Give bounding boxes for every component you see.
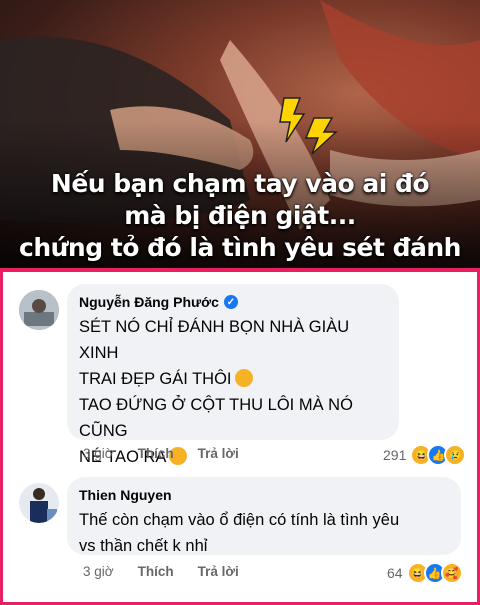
caption-line-1: Nếu bạn chạm tay vào ai đó	[50, 169, 430, 198]
avatar[interactable]	[19, 290, 59, 330]
comment-line: TAO ĐỨNG Ở CỘT THU LÔI MÀ NÓ CŨNG	[79, 396, 353, 440]
reaction-icons: 😆 👍 😢	[410, 444, 467, 466]
reply-button[interactable]: Trả lời	[198, 564, 239, 579]
comment-author[interactable]: Nguyễn Đăng Phước ✓	[79, 292, 387, 312]
caption-line-3: chứng tỏ đó là tình yêu sét đánh	[19, 233, 461, 262]
comment-line: vs thần chết k nhỉ	[79, 537, 208, 555]
comment-line: Thế còn chạm vào ổ điện có tính là tình …	[79, 511, 400, 529]
lightning-icon	[279, 97, 338, 155]
post-image: Nếu bạn chạm tay vào ai đó mà bị điện gi…	[0, 0, 480, 268]
like-button[interactable]: Thích	[138, 564, 174, 579]
like-button[interactable]: Thích	[138, 446, 174, 461]
comment-bubble: Nguyễn Đăng Phước ✓ SÉT NÓ CHỈ ĐÁNH BỌN …	[67, 284, 399, 466]
reaction-icons: 😆 👍 🥰	[406, 562, 463, 584]
comment-line: TRAI ĐẸP GÁI THÔI	[79, 370, 232, 388]
caption-line-2: mà bị điện giật...	[124, 201, 356, 230]
avatar[interactable]	[19, 483, 59, 523]
care-reaction-icon: 🥰	[440, 562, 463, 584]
comment-meta: 3 giờ Thích Trả lời	[83, 446, 239, 461]
author-name[interactable]: Thien Nguyen	[79, 487, 172, 503]
sad-reaction-icon: 😢	[444, 444, 467, 466]
crying-emoji-icon	[234, 369, 253, 387]
reaction-summary[interactable]: 291 😆 👍 😢	[383, 444, 467, 466]
comment-text: Thế còn chạm vào ổ điện có tính là tình …	[79, 507, 449, 559]
comment-author[interactable]: Thien Nguyen	[79, 485, 449, 505]
reaction-count: 64	[387, 565, 403, 581]
avatar-image	[19, 290, 59, 330]
comments-frame: Nguyễn Đăng Phước ✓ SÉT NÓ CHỈ ĐÁNH BỌN …	[0, 268, 480, 605]
reaction-summary[interactable]: 64 😆 👍 🥰	[387, 562, 463, 584]
comment-line: SÉT NÓ CHỈ ĐÁNH BỌN NHÀ GIÀU XINH	[79, 318, 350, 362]
comment-meta: 3 giờ Thích Trả lời	[83, 564, 239, 579]
author-name[interactable]: Nguyễn Đăng Phước	[79, 294, 219, 310]
comment-time[interactable]: 3 giờ	[83, 446, 114, 461]
avatar-image	[19, 483, 59, 523]
reaction-count: 291	[383, 447, 407, 463]
comment-time[interactable]: 3 giờ	[83, 564, 114, 579]
image-caption: Nếu bạn chạm tay vào ai đó mà bị điện gi…	[0, 168, 480, 264]
reply-button[interactable]: Trả lời	[198, 446, 239, 461]
verified-badge-icon: ✓	[223, 295, 238, 309]
comment-line-with-emoji: TRAI ĐẸP GÁI THÔI	[79, 366, 387, 392]
comment-bubble: Thien Nguyen Thế còn chạm vào ổ điện có …	[67, 477, 461, 555]
